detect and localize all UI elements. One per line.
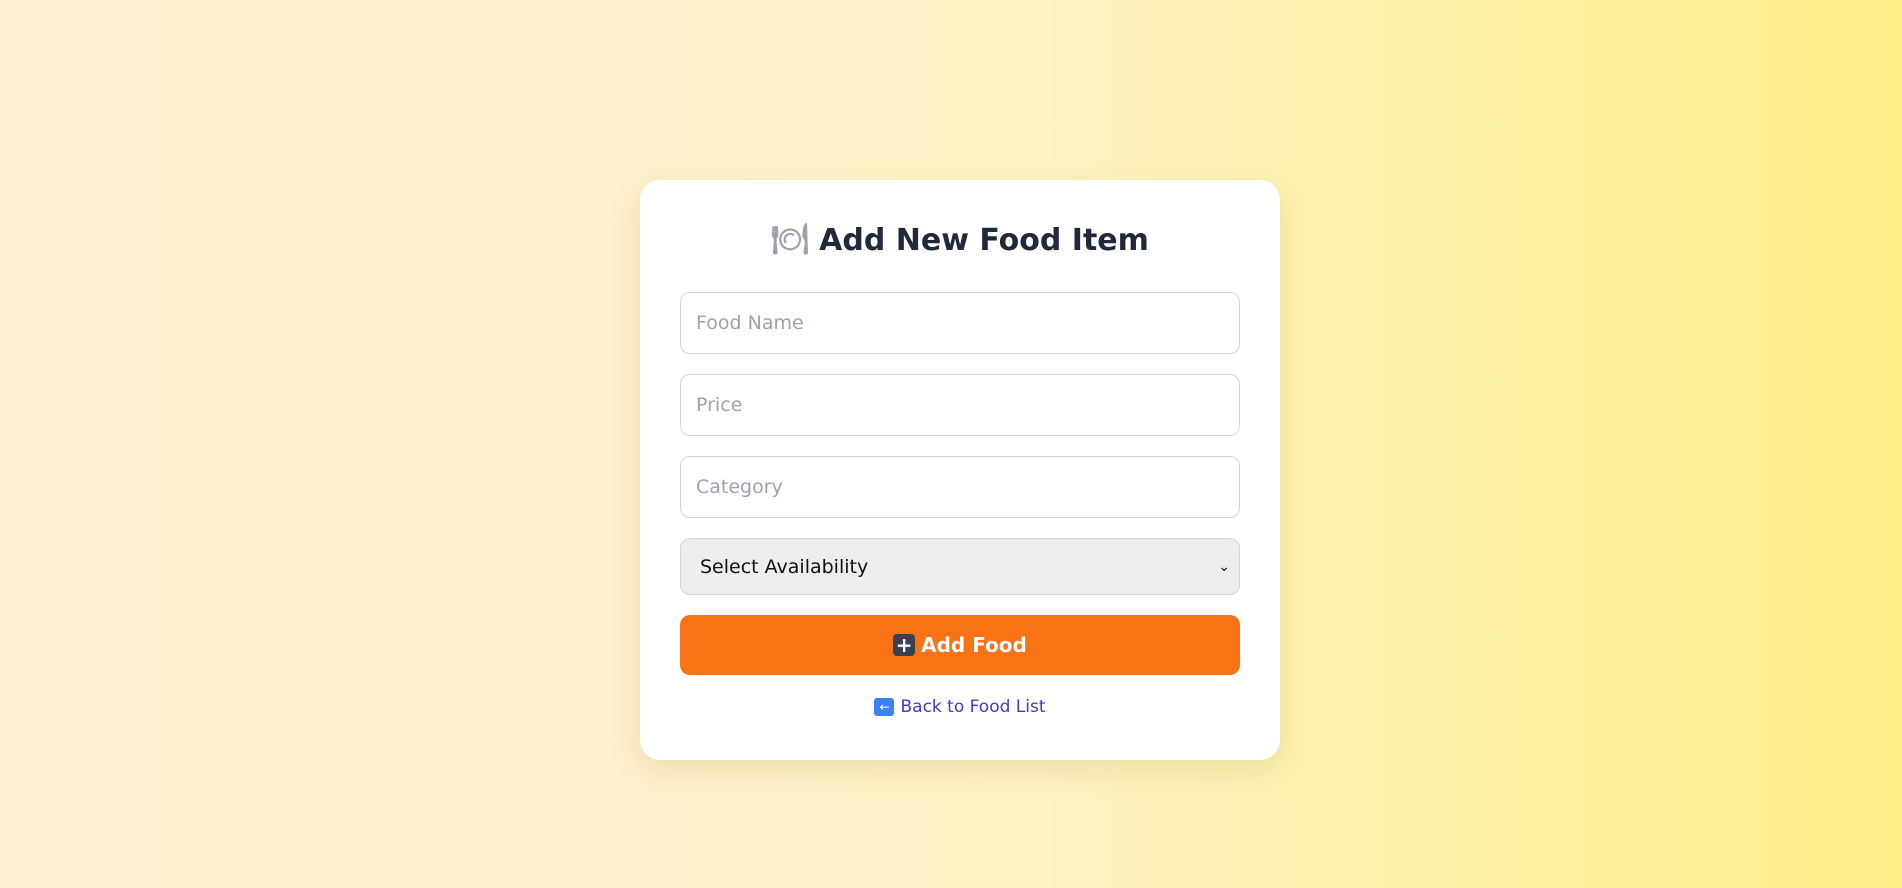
back-to-food-list-link[interactable]: ← Back to Food List: [680, 697, 1240, 717]
availability-select-wrapper: Select Availability ⌄: [680, 538, 1240, 595]
plate-cutlery-icon: 🍽︎: [771, 222, 810, 257]
page-title: 🍽︎ Add New Food Item: [680, 220, 1240, 260]
page-title-text: Add New Food Item: [819, 222, 1149, 258]
availability-select[interactable]: Select Availability: [680, 538, 1240, 595]
price-input[interactable]: [680, 374, 1240, 436]
add-food-label: Add Food: [921, 633, 1027, 657]
back-arrow-icon: ←: [874, 698, 895, 716]
category-input[interactable]: [680, 456, 1240, 518]
add-food-card: 🍽︎ Add New Food Item Select Availability…: [640, 180, 1280, 760]
food-name-input[interactable]: [680, 292, 1240, 354]
add-food-button[interactable]: + Add Food: [680, 615, 1240, 675]
back-link-label: Back to Food List: [900, 697, 1046, 717]
plus-icon: +: [893, 634, 916, 656]
